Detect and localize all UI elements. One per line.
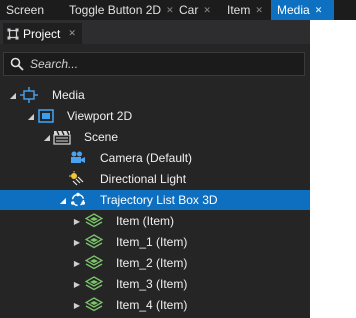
tab-label: Screen bbox=[6, 3, 45, 17]
tree-row-viewport-2d[interactable]: ◢ Viewport 2D bbox=[0, 106, 310, 126]
tree-label: Item_1 (Item) bbox=[116, 235, 188, 249]
tree-row-item-3[interactable]: ▶ Item_3 (Item) bbox=[0, 274, 310, 294]
tab-toggle-button-2d[interactable]: Toggle Button 2D ✕ bbox=[63, 0, 174, 20]
camera-icon bbox=[71, 151, 85, 163]
tab-media[interactable]: Media ✕ bbox=[271, 0, 334, 20]
item-node-icon bbox=[85, 213, 103, 228]
tree-row-directional-light[interactable]: Directional Light bbox=[0, 169, 310, 189]
expand-arrow-icon[interactable]: ◢ bbox=[58, 190, 68, 210]
tab-car[interactable]: Car ✕ bbox=[173, 0, 221, 20]
collapsed-arrow-icon[interactable]: ▶ bbox=[72, 295, 82, 315]
media-node-icon bbox=[20, 87, 38, 103]
tab-label: Media bbox=[277, 3, 310, 17]
tab-item[interactable]: Item ✕ bbox=[221, 0, 271, 20]
tree-label: Trajectory List Box 3D bbox=[100, 193, 218, 207]
tree-label: Item_3 (Item) bbox=[116, 277, 188, 291]
project-panel: Project ✕ ◢ Media ◢ bbox=[0, 20, 310, 318]
close-icon[interactable]: ✕ bbox=[255, 5, 263, 16]
tree-row-item-2[interactable]: ▶ Item_2 (Item) bbox=[0, 253, 310, 273]
tree-label: Scene bbox=[84, 130, 119, 144]
tree-label: Media bbox=[52, 88, 85, 102]
tree-label: Item_4 (Item) bbox=[116, 298, 188, 312]
close-icon[interactable]: ✕ bbox=[315, 5, 323, 16]
search-icon bbox=[10, 57, 24, 71]
expand-arrow-icon[interactable]: ◢ bbox=[26, 106, 36, 126]
tab-label: Toggle Button 2D bbox=[69, 3, 162, 17]
panel-tab-label: Project bbox=[23, 26, 61, 41]
tab-project[interactable]: Project ✕ bbox=[3, 23, 82, 44]
collapsed-arrow-icon[interactable]: ▶ bbox=[72, 274, 82, 294]
tree-row-trajectory-list-box-3d[interactable]: ◢ Trajectory List Box 3D bbox=[0, 190, 310, 210]
tree-label: Item_2 (Item) bbox=[116, 256, 188, 270]
document-tab-bar: Screen Toggle Button 2D ✕ Car ✕ Item ✕ M… bbox=[0, 0, 356, 20]
search-input[interactable] bbox=[30, 57, 290, 71]
tab-label: Car bbox=[179, 3, 199, 17]
viewport-icon bbox=[38, 109, 54, 123]
collapsed-arrow-icon[interactable]: ▶ bbox=[72, 253, 82, 273]
tree-label: Camera (Default) bbox=[100, 151, 193, 165]
collapsed-arrow-icon[interactable]: ▶ bbox=[72, 232, 82, 252]
tab-screen[interactable]: Screen bbox=[0, 0, 63, 20]
item-node-icon bbox=[85, 276, 103, 291]
tree-label: Item (Item) bbox=[116, 214, 175, 228]
item-node-icon bbox=[85, 234, 103, 249]
expand-arrow-icon[interactable]: ◢ bbox=[8, 85, 18, 105]
item-node-icon bbox=[85, 297, 103, 312]
tree-row-media[interactable]: ◢ Media bbox=[0, 85, 310, 105]
tree-label: Viewport 2D bbox=[67, 109, 133, 123]
scene-clapper-icon bbox=[53, 130, 71, 145]
close-icon[interactable]: ✕ bbox=[68, 28, 76, 39]
collapsed-arrow-icon[interactable]: ▶ bbox=[72, 211, 82, 231]
trajectory-list-icon bbox=[71, 192, 85, 207]
tree-row-item-1[interactable]: ▶ Item_1 (Item) bbox=[0, 232, 310, 252]
tree-row-scene[interactable]: ◢ Scene bbox=[0, 127, 310, 147]
tab-label: Item bbox=[227, 3, 251, 17]
panel-header: Project ✕ bbox=[0, 20, 310, 44]
project-icon bbox=[7, 28, 19, 39]
tree-row-camera[interactable]: Camera (Default) bbox=[0, 148, 310, 168]
directional-light-icon bbox=[69, 171, 84, 186]
search-box[interactable] bbox=[3, 52, 305, 76]
item-node-icon bbox=[85, 255, 103, 270]
tree-row-item[interactable]: ▶ Item (Item) bbox=[0, 211, 310, 231]
expand-arrow-icon[interactable]: ◢ bbox=[42, 127, 52, 147]
tree-label: Directional Light bbox=[100, 172, 187, 186]
editor-viewport-area[interactable] bbox=[310, 20, 356, 318]
tree-row-item-4[interactable]: ▶ Item_4 (Item) bbox=[0, 295, 310, 315]
close-icon[interactable]: ✕ bbox=[203, 5, 211, 16]
